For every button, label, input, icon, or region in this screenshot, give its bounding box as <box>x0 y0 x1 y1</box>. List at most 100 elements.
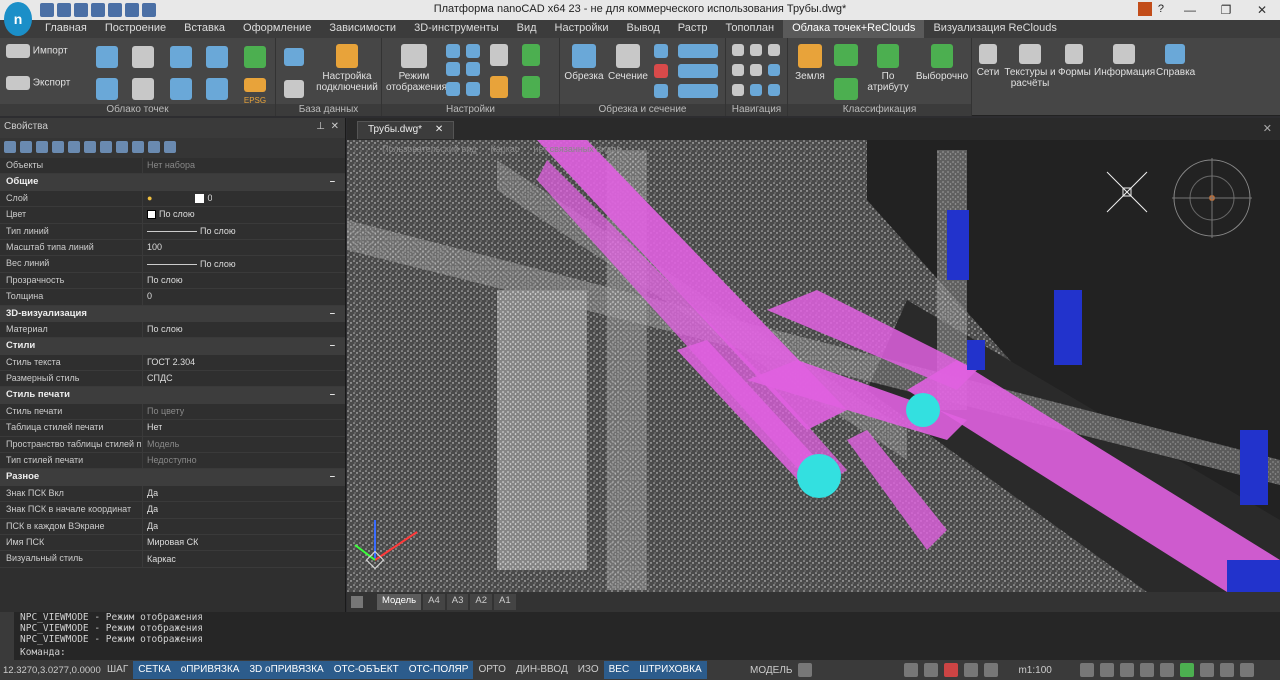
status-toggle[interactable]: ШАГ <box>102 661 133 679</box>
select-objects-icon[interactable] <box>4 141 16 153</box>
annotation-icon[interactable] <box>904 663 919 677</box>
box-icon[interactable] <box>96 78 118 100</box>
hand-icon[interactable] <box>732 84 744 96</box>
help-icon[interactable]: ? <box>1158 3 1164 15</box>
points-icon[interactable] <box>170 78 192 100</box>
status-toggle[interactable]: ШТРИХОВКА <box>634 661 707 679</box>
ribbon-tab[interactable]: Построение <box>96 20 175 38</box>
globe-icon[interactable] <box>244 46 266 68</box>
section-bars-icon[interactable] <box>678 44 718 58</box>
nav-zoom-icon[interactable] <box>768 44 780 56</box>
prop-row[interactable]: Стиль печати По цвету <box>0 403 345 421</box>
status-toggle[interactable]: оПРИВЯЗКА <box>175 661 245 679</box>
bin-icon[interactable] <box>206 78 228 100</box>
prop-row[interactable]: Вес линий По слою <box>0 256 345 273</box>
section-bars3-icon[interactable] <box>678 84 718 98</box>
home-icon[interactable] <box>446 62 460 76</box>
tile2-icon[interactable] <box>466 82 480 96</box>
prop-section-header[interactable]: Общие – <box>0 174 345 191</box>
collapse-icon[interactable]: – <box>330 469 335 484</box>
prop-row[interactable]: Визуальный стиль Каркас <box>0 551 345 568</box>
help-circle-icon[interactable] <box>164 141 176 153</box>
snap-icon[interactable] <box>100 141 112 153</box>
ribbon-tab[interactable]: Визуализация ReClouds <box>924 20 1065 38</box>
edit-cloud-icon[interactable] <box>132 78 154 100</box>
help-book-button[interactable]: Справка <box>1156 44 1195 78</box>
prop-row[interactable]: Имя ПСК Мировая СК <box>0 534 345 552</box>
view-label-custom[interactable]: Пользовательский вид <box>382 144 476 154</box>
plane-icon[interactable] <box>206 46 228 68</box>
conn-settings-button[interactable]: Настройка подключений <box>316 44 378 93</box>
forms-button[interactable]: Формы <box>1058 44 1091 78</box>
export-button[interactable]: Экспорт <box>6 76 86 90</box>
prop-row[interactable]: Знак ПСК Вкл Да <box>0 485 345 503</box>
app-logo[interactable]: n <box>4 2 32 36</box>
ribbon-tab[interactable]: Главная <box>36 20 96 38</box>
nav-pan-icon[interactable] <box>750 44 762 56</box>
zoom-extents-icon[interactable] <box>1139 663 1154 677</box>
prop-row[interactable]: Прозрачность По слою <box>0 272 345 290</box>
zoom-icon[interactable] <box>1099 663 1114 677</box>
scatter-icon[interactable] <box>170 46 192 68</box>
window-tile-icon[interactable] <box>1219 663 1234 677</box>
tree-grey-icon[interactable] <box>490 44 508 66</box>
collapse-icon[interactable]: – <box>330 174 335 189</box>
maximize-view-icon[interactable] <box>1239 663 1254 677</box>
model-space-button[interactable]: МОДЕЛЬ <box>750 665 792 676</box>
refresh-icon[interactable] <box>68 141 80 153</box>
sync-icon[interactable] <box>1179 663 1194 677</box>
nav-walk-icon[interactable] <box>750 64 762 76</box>
prop-row-objects[interactable]: Объекты Нет набора <box>0 158 345 175</box>
record-icon[interactable] <box>944 663 959 677</box>
layout-tab[interactable]: Модель <box>377 594 422 610</box>
prop-row[interactable]: Тип линий По слою <box>0 223 345 240</box>
prop-section-header[interactable]: Стиль печати – <box>0 387 345 404</box>
section-bars2-icon[interactable] <box>678 64 718 78</box>
db-cloud-icon[interactable] <box>284 80 304 98</box>
ribbon-tab[interactable]: Топоплан <box>717 20 784 38</box>
lamp-icon[interactable] <box>924 663 939 677</box>
prop-row[interactable]: Тип стилей печати Недоступно <box>0 453 345 470</box>
fullscreen-icon[interactable] <box>1159 663 1174 677</box>
ribbon-tab[interactable]: Облака точек+ReClouds <box>783 20 925 38</box>
prop-section-header[interactable]: 3D-визуализация – <box>0 305 345 322</box>
doc-tab[interactable]: Трубы.dwg* ✕ <box>357 121 455 139</box>
prop-row[interactable]: Цвет По слою <box>0 207 345 224</box>
info-button[interactable]: Информация <box>1094 44 1155 78</box>
ribbon-tab[interactable]: Растр <box>669 20 717 38</box>
cloud-icon[interactable] <box>96 46 118 68</box>
view-label-style[interactable]: Каркас <box>490 144 519 154</box>
nets-button[interactable]: Сети <box>976 44 1000 78</box>
status-toggle[interactable]: ОРТО <box>473 661 510 679</box>
grid-icon[interactable] <box>446 44 460 58</box>
prop-row[interactable]: Размерный стиль СПДС <box>0 371 345 388</box>
status-toggle[interactable]: 3D оПРИВЯЗКА <box>244 661 329 679</box>
axis-icon[interactable] <box>984 663 999 677</box>
tree-color-icon[interactable] <box>522 44 540 66</box>
view-label-linked[interactable]: нет связанных видов <box>533 144 621 154</box>
model-viewport[interactable]: Пользовательский вид Каркас нет связанны… <box>347 140 1280 592</box>
scale-readout[interactable]: m1:100 <box>1018 665 1051 676</box>
nav-sphere-icon[interactable] <box>768 84 780 96</box>
prop-row[interactable]: Масштаб типа линий 100 <box>0 239 345 257</box>
ruler-icon[interactable] <box>964 663 979 677</box>
expand-icon[interactable] <box>148 141 160 153</box>
zoom-window-icon[interactable] <box>1119 663 1134 677</box>
prop-row[interactable]: Таблица стилей печати Нет <box>0 420 345 437</box>
minimize-button[interactable]: — <box>1172 0 1208 20</box>
forest-icon[interactable] <box>834 78 858 100</box>
pick-add-icon[interactable] <box>52 141 64 153</box>
prop-row[interactable]: Пространство таблицы стилей п... Модель <box>0 436 345 454</box>
account-icon[interactable] <box>1137 2 1152 16</box>
section-button[interactable]: Сечение <box>606 44 650 82</box>
collapse-icon[interactable]: – <box>330 387 335 402</box>
viewport-close-icon[interactable]: ✕ <box>1263 122 1272 135</box>
view-mode-button[interactable]: Режим отображения <box>386 44 447 93</box>
prop-row[interactable]: ПСК в каждом ВЭкране Да <box>0 518 345 535</box>
tree-green-icon[interactable] <box>522 76 540 98</box>
status-toggle[interactable]: ОТС-ПОЛЯР <box>403 661 474 679</box>
status-toggle[interactable]: ОТС-ОБЪЕКТ <box>328 661 404 679</box>
by-attr-button[interactable]: По атрибуту <box>864 44 912 93</box>
nav-cube-icon[interactable] <box>768 64 780 76</box>
layout-tab[interactable]: A4 <box>423 594 445 610</box>
